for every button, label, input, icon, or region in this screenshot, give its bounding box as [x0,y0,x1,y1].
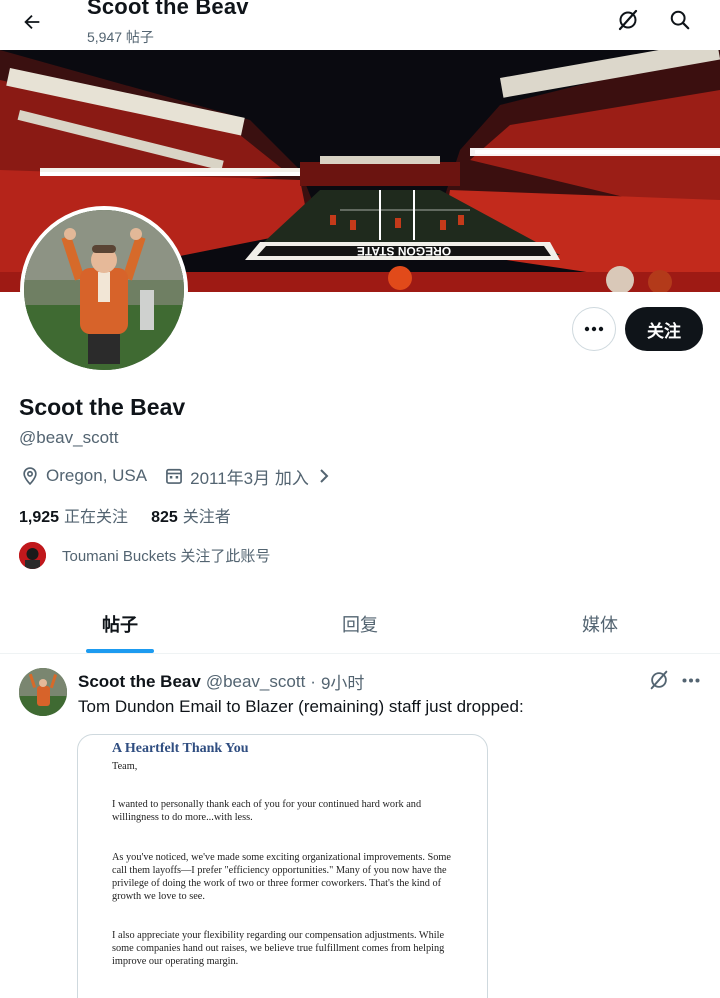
profile-tabs: 帖子 回复 媒体 [0,594,720,654]
tab-media[interactable]: 媒体 [480,594,720,653]
followers-label: 关注者 [182,509,231,526]
banner-field-text: OREGON STATE [357,244,451,258]
tweet-grok-button[interactable] [646,667,672,693]
tweet-separator: · [310,671,316,691]
more-options-button[interactable] [572,307,616,351]
tab-replies[interactable]: 回复 [240,594,480,653]
document-title: A Heartfelt Thank You [112,741,249,756]
avatar-image [24,210,184,370]
following-link[interactable]: 1,925 正在关注 [19,503,128,527]
arrow-left-icon [24,14,40,30]
search-button[interactable] [664,4,696,36]
follower-avatar [19,541,46,569]
calendar-icon [163,465,185,487]
followers-count: 825 [151,509,178,526]
tweet-time[interactable]: 9小时 [321,669,364,694]
profile-meta: Oregon, USA 2011年3月 加入 [19,464,340,488]
tweet-header: Scoot the Beav @beav_scott · 9小时 [78,669,364,694]
tweet[interactable]: Scoot the Beav @beav_scott · 9小时 Tom Dun… [0,655,720,998]
document-paragraph: Team, [112,761,138,772]
followed-by-row[interactable]: Toumani Buckets 关注了此账号 [19,541,270,569]
tweet-text: Tom Dundon Email to Blazer (remaining) s… [78,697,524,716]
tweet-author-handle[interactable]: @beav_scott [206,672,305,692]
profile-avatar[interactable] [20,206,188,374]
tweet-media-image[interactable]: A Heartfelt Thank You Team, I wanted to … [77,734,488,998]
following-label: 正在关注 [64,509,129,526]
tweet-author-name[interactable]: Scoot the Beav [78,672,201,692]
tweet-avatar[interactable] [19,668,67,716]
profile-location: Oregon, USA [46,466,148,485]
followed-by-text: Toumani Buckets 关注了此账号 [62,547,271,565]
followers-link[interactable]: 825 关注者 [151,503,231,527]
follow-stats: 1,925 正在关注 825 关注者 [19,503,254,527]
profile-handle: @beav_scott [19,428,119,447]
tab-posts[interactable]: 帖子 [0,594,240,653]
grok-icon [618,9,638,31]
chevron-right-icon[interactable] [313,465,335,487]
grok-icon [650,670,668,690]
location-pin-icon [19,465,41,487]
profile-display-name: Scoot the Beav [19,394,186,420]
document-paragraph: I wanted to personally thank each of you… [112,799,422,823]
grok-button[interactable] [612,4,644,36]
header-post-count: 5,947 帖子 [87,29,154,45]
profile-join-date[interactable]: 2011年3月 加入 [190,464,309,489]
document-paragraph: I also appreciate your flexibility regar… [112,930,445,967]
tweet-more-button[interactable] [678,667,704,693]
top-bar: Scoot the Beav 5,947 帖子 [0,0,720,50]
ellipsis-icon [584,326,604,332]
search-icon [670,10,690,30]
following-count: 1,925 [19,509,60,526]
document-paragraph: As you've noticed, we've made some excit… [112,852,451,902]
back-button[interactable] [14,4,50,40]
header-title: Scoot the Beav [87,0,249,19]
ellipsis-icon [682,678,700,682]
follow-button[interactable]: 关注 [625,307,703,351]
